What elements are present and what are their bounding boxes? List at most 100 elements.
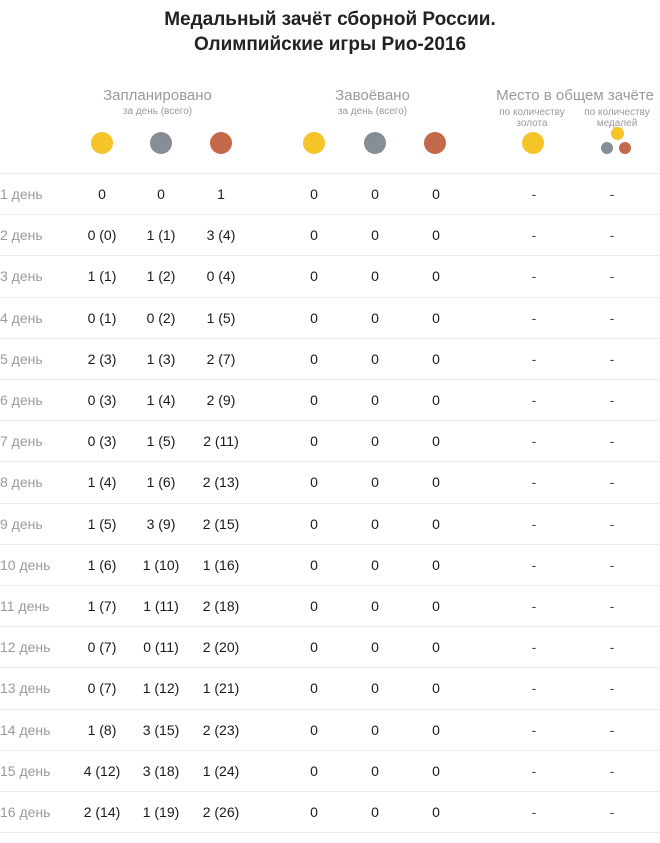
won-gold-cell: 0 bbox=[310, 392, 318, 408]
won-header: Завоёвано bbox=[335, 87, 410, 104]
bronze-medal-icon bbox=[210, 132, 232, 154]
place-by-gold-cell: - bbox=[531, 310, 537, 326]
won-gold-cell: 0 bbox=[310, 310, 318, 326]
won-silver-cell: 0 bbox=[371, 186, 379, 202]
planned-bronze-cell: 1 (16) bbox=[202, 557, 240, 573]
planned-bronze-cell: 1 bbox=[217, 186, 225, 202]
table-row: 8 день 1 (4) 1 (6) 2 (13) 0 0 0 - - bbox=[0, 461, 660, 503]
planned-gold-cell: 1 (6) bbox=[87, 557, 117, 573]
planned-bronze-cell: 2 (26) bbox=[202, 804, 240, 820]
won-silver-cell: 0 bbox=[371, 227, 379, 243]
planned-bronze-cell: 1 (24) bbox=[202, 763, 240, 779]
won-gold-cell: 0 bbox=[310, 186, 318, 202]
day-label: 3 день bbox=[0, 268, 43, 284]
table-row: 15 день 4 (12) 3 (18) 1 (24) 0 0 0 - - bbox=[0, 750, 660, 792]
won-gold-cell: 0 bbox=[310, 474, 318, 490]
day-label: 12 день bbox=[0, 639, 51, 655]
place-by-medals-cell: - bbox=[609, 516, 615, 532]
planned-bronze-cell: 2 (11) bbox=[203, 433, 239, 449]
won-gold-cell: 0 bbox=[310, 639, 318, 655]
place-by-gold-cell: - bbox=[531, 763, 537, 779]
won-silver-cell: 0 bbox=[371, 310, 379, 326]
won-bronze-cell: 0 bbox=[432, 516, 440, 532]
planned-bronze-cell: 3 (4) bbox=[206, 227, 236, 243]
planned-gold-cell: 0 bbox=[98, 186, 106, 202]
won-silver-cell: 0 bbox=[371, 804, 379, 820]
planned-silver-cell: 0 bbox=[157, 186, 165, 202]
planned-gold-cell: 1 (8) bbox=[87, 722, 117, 738]
won-bronze-cell: 0 bbox=[432, 804, 440, 820]
won-bronze-cell: 0 bbox=[432, 392, 440, 408]
won-silver-cell: 0 bbox=[371, 392, 379, 408]
place-by-gold-cell: - bbox=[531, 351, 537, 367]
planned-subheader: за день (всего) bbox=[122, 106, 193, 117]
won-silver-cell: 0 bbox=[371, 433, 379, 449]
table-row: 13 день 0 (7) 1 (12) 1 (21) 0 0 0 - - bbox=[0, 667, 660, 709]
planned-gold-cell: 0 (7) bbox=[87, 639, 117, 655]
won-gold-cell: 0 bbox=[310, 433, 318, 449]
planned-silver-cell: 1 (11) bbox=[143, 598, 179, 614]
gold-medal-icon bbox=[91, 132, 113, 154]
day-label: 13 день bbox=[0, 680, 51, 696]
place-by-gold-cell: - bbox=[531, 557, 537, 573]
won-silver-cell: 0 bbox=[371, 516, 379, 532]
table-row: 16 день 2 (14) 1 (19) 2 (26) 0 0 0 - - bbox=[0, 791, 660, 833]
place-by-medals-cell: - bbox=[609, 763, 615, 779]
place-by-medals-label: по количеству медалей bbox=[584, 107, 650, 129]
won-bronze-cell: 0 bbox=[432, 433, 440, 449]
planned-gold-cell: 2 (3) bbox=[87, 351, 117, 367]
day-label: 14 день bbox=[0, 722, 51, 738]
place-by-gold-cell: - bbox=[531, 268, 537, 284]
table-row: 7 день 0 (3) 1 (5) 2 (11) 0 0 0 - - bbox=[0, 420, 660, 462]
bronze-medal-icon bbox=[619, 142, 631, 154]
planned-silver-cell: 1 (12) bbox=[142, 680, 180, 696]
place-by-gold-cell: - bbox=[531, 722, 537, 738]
table-row: 3 день 1 (1) 1 (2) 0 (4) 0 0 0 - - bbox=[0, 255, 660, 297]
planned-gold-cell: 0 (3) bbox=[87, 392, 117, 408]
place-header: Место в общем зачёте bbox=[496, 87, 654, 104]
planned-silver-cell: 3 (18) bbox=[142, 763, 180, 779]
table-row: 2 день 0 (0) 1 (1) 3 (4) 0 0 0 - - bbox=[0, 214, 660, 256]
planned-gold-cell: 1 (4) bbox=[87, 474, 117, 490]
table-row: 6 день 0 (3) 1 (4) 2 (9) 0 0 0 - - bbox=[0, 379, 660, 421]
won-silver-cell: 0 bbox=[371, 680, 379, 696]
place-by-gold-cell: - bbox=[531, 186, 537, 202]
won-gold-cell: 0 bbox=[310, 516, 318, 532]
planned-gold-cell: 0 (1) bbox=[87, 310, 117, 326]
won-bronze-cell: 0 bbox=[432, 722, 440, 738]
silver-medal-icon bbox=[150, 132, 172, 154]
place-by-medals-cell: - bbox=[609, 804, 615, 820]
planned-bronze-cell: 2 (15) bbox=[202, 516, 240, 532]
place-by-gold-cell: - bbox=[531, 598, 537, 614]
won-silver-cell: 0 bbox=[371, 474, 379, 490]
place-by-medals-cell: - bbox=[609, 310, 615, 326]
place-by-medals-cell: - bbox=[609, 433, 615, 449]
planned-silver-cell: 3 (9) bbox=[146, 516, 176, 532]
day-label: 6 день bbox=[0, 392, 43, 408]
place-by-gold-cell: - bbox=[531, 639, 537, 655]
day-label: 7 день bbox=[0, 433, 43, 449]
planned-bronze-cell: 2 (18) bbox=[202, 598, 240, 614]
won-gold-cell: 0 bbox=[310, 763, 318, 779]
won-silver-cell: 0 bbox=[371, 351, 379, 367]
table-row: 9 день 1 (5) 3 (9) 2 (15) 0 0 0 - - bbox=[0, 503, 660, 545]
place-by-medals-cell: - bbox=[609, 186, 615, 202]
planned-bronze-cell: 2 (20) bbox=[202, 639, 240, 655]
planned-gold-cell: 0 (0) bbox=[87, 227, 117, 243]
table-row: 14 день 1 (8) 3 (15) 2 (23) 0 0 0 - - bbox=[0, 709, 660, 751]
planned-silver-cell: 1 (10) bbox=[142, 557, 180, 573]
page-title-line1: Медальный зачёт сборной России. bbox=[164, 9, 496, 30]
place-by-medals-cell: - bbox=[609, 268, 615, 284]
won-bronze-cell: 0 bbox=[432, 474, 440, 490]
day-label: 9 день bbox=[0, 516, 43, 532]
place-by-medals-cell: - bbox=[609, 227, 615, 243]
silver-medal-icon bbox=[601, 142, 613, 154]
place-by-medals-cell: - bbox=[609, 639, 615, 655]
won-gold-cell: 0 bbox=[310, 557, 318, 573]
place-by-gold-label: по количеству золота bbox=[499, 107, 565, 129]
place-by-medals-cell: - bbox=[609, 351, 615, 367]
won-bronze-cell: 0 bbox=[432, 268, 440, 284]
planned-silver-cell: 1 (4) bbox=[146, 392, 176, 408]
day-label: 11 день bbox=[0, 598, 50, 614]
day-label: 1 день bbox=[0, 186, 43, 202]
